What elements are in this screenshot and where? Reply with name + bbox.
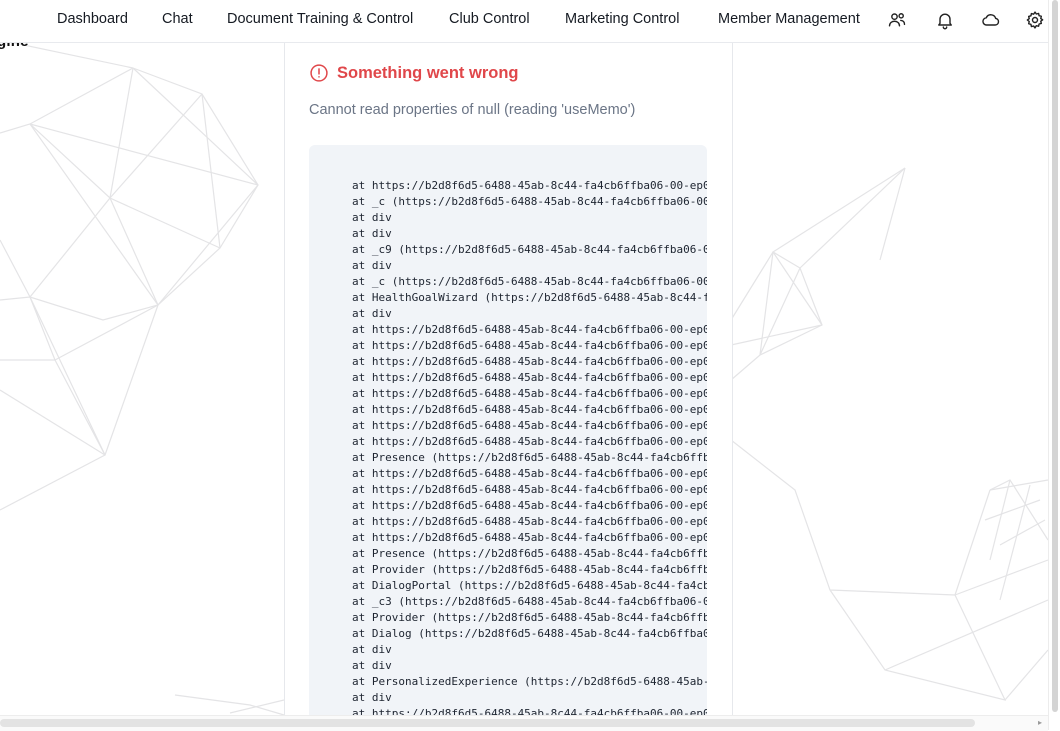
nav-marketing-control[interactable]: Marketing Control — [565, 11, 679, 27]
stack-trace-line: at https://b2d8f6d5-6488-45ab-8c44-fa4cb… — [352, 419, 707, 432]
error-message: Cannot read properties of null (reading … — [309, 102, 636, 118]
nav-dashboard[interactable]: Dashboard — [57, 11, 128, 27]
stack-trace-line: at Presence (https://b2d8f6d5-6488-45ab-… — [352, 451, 707, 464]
stack-trace-line: at https://b2d8f6d5-6488-45ab-8c44-fa4cb… — [352, 467, 707, 480]
users-icon[interactable] — [887, 10, 907, 30]
error-panel: Something went wrong Cannot read propert… — [284, 43, 733, 730]
nav-member-management[interactable]: Member Management — [718, 11, 860, 27]
stack-trace-line: at div — [352, 307, 392, 320]
cloud-icon[interactable] — [981, 10, 1001, 30]
gear-icon[interactable] — [1025, 10, 1045, 30]
error-header: Something went wrong — [309, 63, 519, 83]
stack-trace-line: at https://b2d8f6d5-6488-45ab-8c44-fa4cb… — [352, 435, 707, 448]
scroll-right-arrow-icon[interactable]: ▸ — [1038, 718, 1042, 727]
top-navigation: Dashboard Chat Document Training & Contr… — [0, 0, 1048, 43]
vertical-scrollbar-thumb[interactable] — [1052, 0, 1058, 712]
stack-trace-line: at https://b2d8f6d5-6488-45ab-8c44-fa4cb… — [352, 387, 707, 400]
error-title: Something went wrong — [337, 63, 519, 82]
stack-trace-line: at _c9 (https://b2d8f6d5-6488-45ab-8c44-… — [352, 243, 707, 256]
horizontal-scrollbar-thumb[interactable] — [0, 719, 975, 727]
stack-trace-line: at _c (https://b2d8f6d5-6488-45ab-8c44-f… — [352, 195, 707, 208]
horizontal-scrollbar[interactable]: ▸ — [0, 715, 1048, 731]
stack-trace-box[interactable]: at https://b2d8f6d5-6488-45ab-8c44-fa4cb… — [309, 145, 707, 730]
stack-trace-line: at Presence (https://b2d8f6d5-6488-45ab-… — [352, 547, 707, 560]
stack-trace-line: at Provider (https://b2d8f6d5-6488-45ab-… — [352, 563, 707, 576]
stack-trace-line: at https://b2d8f6d5-6488-45ab-8c44-fa4cb… — [352, 515, 707, 528]
stack-trace-line: at https://b2d8f6d5-6488-45ab-8c44-fa4cb… — [352, 499, 707, 512]
stack-trace-line: at https://b2d8f6d5-6488-45ab-8c44-fa4cb… — [352, 339, 707, 352]
stack-trace-line: at div — [352, 659, 392, 672]
stack-trace-line: at https://b2d8f6d5-6488-45ab-8c44-fa4cb… — [352, 179, 707, 192]
stack-trace-line: at PersonalizedExperience (https://b2d8f… — [352, 675, 707, 688]
alert-circle-icon — [309, 63, 329, 83]
stack-trace-line: at https://b2d8f6d5-6488-45ab-8c44-fa4cb… — [352, 483, 707, 496]
stack-trace-line: at DialogPortal (https://b2d8f6d5-6488-4… — [352, 579, 707, 592]
stack-trace-line: at https://b2d8f6d5-6488-45ab-8c44-fa4cb… — [352, 323, 707, 336]
stack-trace-line: at HealthGoalWizard (https://b2d8f6d5-64… — [352, 291, 707, 304]
stack-trace-line: at _c (https://b2d8f6d5-6488-45ab-8c44-f… — [352, 275, 707, 288]
stack-trace-line: at https://b2d8f6d5-6488-45ab-8c44-fa4cb… — [352, 403, 707, 416]
stack-trace-line: at div — [352, 691, 392, 704]
stack-trace-line: at div — [352, 259, 392, 272]
stack-trace-line: at https://b2d8f6d5-6488-45ab-8c44-fa4cb… — [352, 531, 707, 544]
vertical-scrollbar[interactable] — [1048, 0, 1060, 730]
nav-document-training[interactable]: Document Training & Control — [227, 11, 413, 27]
stack-trace-line: at https://b2d8f6d5-6488-45ab-8c44-fa4cb… — [352, 355, 707, 368]
stack-trace-line: at Provider (https://b2d8f6d5-6488-45ab-… — [352, 611, 707, 624]
nav-chat[interactable]: Chat — [162, 11, 193, 27]
stack-trace-line: at div — [352, 211, 392, 224]
stack-trace-line: at div — [352, 643, 392, 656]
stack-trace-line: at div — [352, 227, 392, 240]
stack-trace-line: at https://b2d8f6d5-6488-45ab-8c44-fa4cb… — [352, 371, 707, 384]
nav-club-control[interactable]: Club Control — [449, 11, 530, 27]
stack-trace: at https://b2d8f6d5-6488-45ab-8c44-fa4cb… — [352, 178, 707, 722]
stack-trace-line: at _c3 (https://b2d8f6d5-6488-45ab-8c44-… — [352, 595, 707, 608]
stack-trace-line: at Dialog (https://b2d8f6d5-6488-45ab-8c… — [352, 627, 707, 640]
bell-icon[interactable] — [935, 10, 955, 30]
